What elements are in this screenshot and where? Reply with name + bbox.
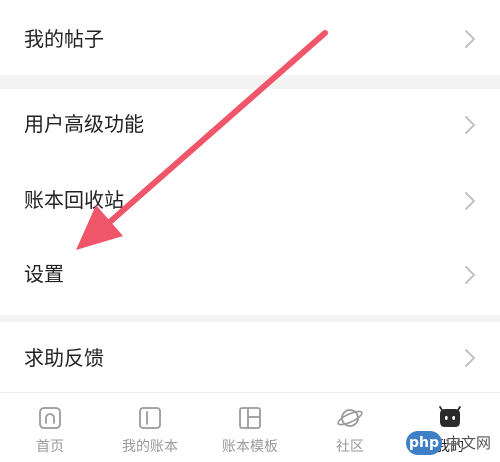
menu-item-label: 求助反馈 xyxy=(24,346,104,370)
chevron-right-icon xyxy=(464,29,476,49)
tab-label: 社区 xyxy=(336,439,364,455)
settings-menu-screen: 我的帖子 用户高级功能 账本回收站 设置 求助反馈 首页 我的账本 账本模板 社… xyxy=(0,0,500,462)
tab-home[interactable]: 首页 xyxy=(0,393,100,462)
menu-item-label: 账本回收站 xyxy=(24,188,124,212)
menu-group-posts: 我的帖子 xyxy=(0,0,500,75)
menu-group-help: 求助反馈 xyxy=(0,322,500,392)
chevron-right-icon xyxy=(464,191,476,211)
menu-item-settings[interactable]: 设置 xyxy=(0,237,500,315)
planet-icon xyxy=(337,405,363,431)
menu-item-label: 我的帖子 xyxy=(24,27,104,51)
template-grid-icon xyxy=(237,405,263,431)
chevron-right-icon xyxy=(464,265,476,285)
menu-group-account: 用户高级功能 账本回收站 设置 xyxy=(0,89,500,315)
menu-item-my-posts[interactable]: 我的帖子 xyxy=(0,0,500,75)
home-icon xyxy=(37,405,63,431)
watermark-badge: php xyxy=(406,431,442,455)
ledger-book-icon xyxy=(137,405,163,431)
menu-item-help-feedback[interactable]: 求助反馈 xyxy=(0,322,500,392)
tab-my-ledgers[interactable]: 我的账本 xyxy=(100,393,200,462)
menu-item-label: 用户高级功能 xyxy=(24,112,144,136)
tab-community[interactable]: 社区 xyxy=(300,393,400,462)
tab-label: 账本模板 xyxy=(222,439,278,455)
menu-item-advanced-features[interactable]: 用户高级功能 xyxy=(0,89,500,164)
tab-label: 首页 xyxy=(36,439,64,455)
tab-label: 我的账本 xyxy=(122,439,178,455)
menu-item-recycle-bin[interactable]: 账本回收站 xyxy=(0,164,500,237)
tab-templates[interactable]: 账本模板 xyxy=(200,393,300,462)
watermark-text: 中文网 xyxy=(446,434,492,452)
chevron-right-icon xyxy=(464,115,476,135)
menu-item-label: 设置 xyxy=(24,262,64,286)
chevron-right-icon xyxy=(464,348,476,368)
site-watermark-logo: php 中文网 xyxy=(406,428,496,458)
